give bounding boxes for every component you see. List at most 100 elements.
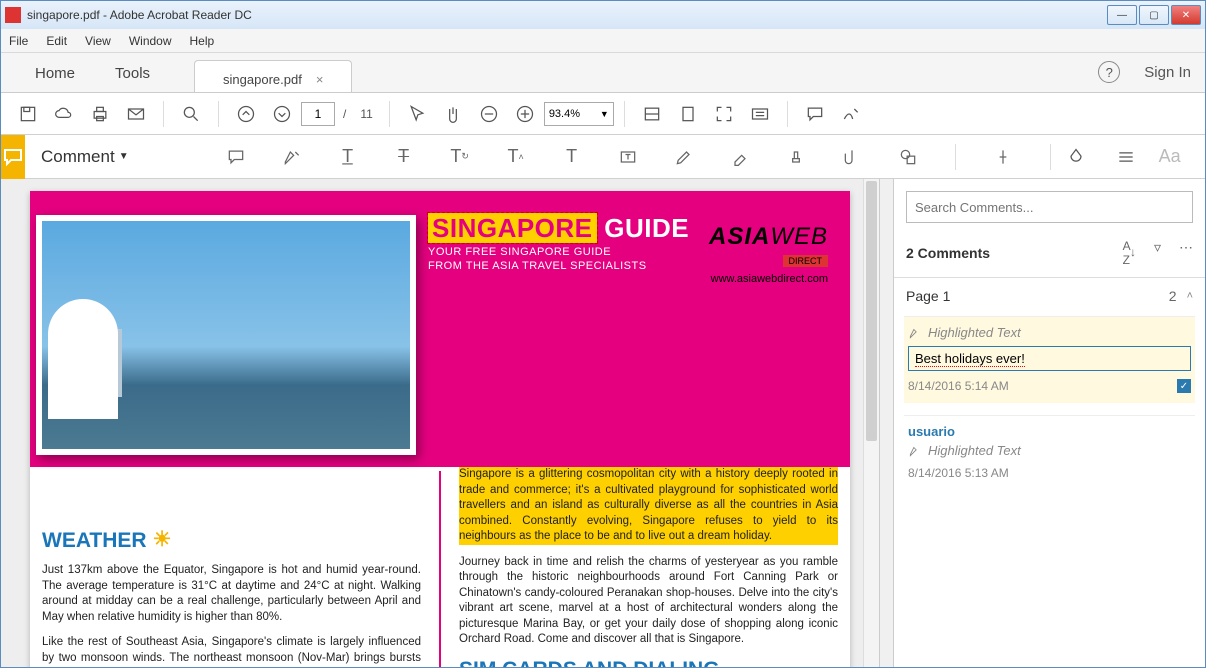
brand-part-2: WEB bbox=[770, 223, 828, 250]
brand-tag: DIRECT bbox=[783, 255, 829, 267]
pin-tool-icon[interactable] bbox=[986, 140, 1020, 174]
text-comment-icon[interactable]: T bbox=[555, 140, 589, 174]
highlighted-text-row: Highlighted Text bbox=[908, 325, 1191, 340]
document-viewport[interactable]: SINGAPORE GUIDE YOUR FREE SINGAPORE GUID… bbox=[1, 179, 879, 667]
hero-photo bbox=[36, 215, 416, 455]
attach-tool-icon[interactable] bbox=[835, 140, 869, 174]
shapes-tool-icon[interactable] bbox=[891, 140, 925, 174]
textbox-icon[interactable] bbox=[611, 140, 645, 174]
menu-window[interactable]: Window bbox=[129, 34, 172, 48]
help-icon[interactable]: ? bbox=[1098, 61, 1120, 83]
titlebar: singapore.pdf - Adobe Acrobat Reader DC … bbox=[1, 1, 1205, 29]
maximize-button[interactable]: ▢ bbox=[1139, 5, 1169, 25]
doc-title-highlighted: SINGAPORE bbox=[428, 213, 597, 243]
underline-tool-icon[interactable]: T̲ bbox=[331, 140, 365, 174]
comment-icon[interactable] bbox=[798, 97, 832, 131]
save-icon[interactable] bbox=[11, 97, 45, 131]
highlighted-text-label: Highlighted Text bbox=[928, 325, 1021, 340]
comment-item-active[interactable]: Highlighted Text Best holidays ever! 8/1… bbox=[904, 316, 1195, 403]
intro-para-2: Journey back in time and relish the char… bbox=[459, 555, 838, 648]
print-icon[interactable] bbox=[83, 97, 117, 131]
comment-timestamp: 8/14/2016 5:14 AM bbox=[908, 379, 1009, 393]
comment-checkbox[interactable]: ✓ bbox=[1177, 379, 1191, 393]
comments-count-header: 2 Comments bbox=[906, 245, 990, 261]
zoom-out-icon[interactable] bbox=[472, 97, 506, 131]
weather-header: WEATHER☀ bbox=[42, 527, 421, 555]
sort-icon[interactable]: AZ↓ bbox=[1123, 239, 1136, 267]
highlight-tool-icon[interactable] bbox=[275, 140, 309, 174]
search-icon[interactable] bbox=[174, 97, 208, 131]
filter-icon[interactable]: ▿ bbox=[1154, 239, 1161, 267]
sign-in-link[interactable]: Sign In bbox=[1144, 64, 1191, 81]
tab-row: Home Tools singapore.pdf × ? Sign In bbox=[1, 53, 1205, 93]
menu-file[interactable]: File bbox=[9, 34, 28, 48]
brand-part-1: ASIA bbox=[709, 223, 770, 250]
page-down-icon[interactable] bbox=[265, 97, 299, 131]
sun-icon: ☀ bbox=[153, 527, 181, 555]
search-comments-input[interactable] bbox=[906, 191, 1193, 223]
app-icon bbox=[5, 7, 21, 23]
brand-url: www.asiawebdirect.com bbox=[709, 273, 828, 285]
pencil-tool-icon[interactable] bbox=[667, 140, 701, 174]
weather-para-1: Just 137km above the Equator, Singapore … bbox=[42, 563, 421, 625]
sticky-note-icon[interactable] bbox=[219, 140, 253, 174]
menu-view[interactable]: View bbox=[85, 34, 111, 48]
eraser-tool-icon[interactable] bbox=[723, 140, 757, 174]
document-tab-label: singapore.pdf bbox=[223, 72, 302, 87]
fit-page-icon[interactable] bbox=[671, 97, 705, 131]
comment-timestamp: 8/14/2016 5:13 AM bbox=[908, 466, 1009, 480]
comment-item[interactable]: usuario Highlighted Text 8/14/2016 5:13 … bbox=[904, 415, 1195, 490]
zoom-in-icon[interactable] bbox=[508, 97, 542, 131]
menu-help[interactable]: Help bbox=[190, 34, 215, 48]
highlighted-text-label: Highlighted Text bbox=[928, 443, 1021, 458]
font-size-icon[interactable]: Aa bbox=[1159, 146, 1181, 167]
main-toolbar: / 11 93.4%▼ bbox=[1, 93, 1205, 135]
mail-icon[interactable] bbox=[119, 97, 153, 131]
replace-text-icon[interactable]: T↻ bbox=[443, 140, 477, 174]
pdf-page: SINGAPORE GUIDE YOUR FREE SINGAPORE GUID… bbox=[30, 191, 850, 667]
stamp-tool-icon[interactable] bbox=[779, 140, 813, 174]
read-mode-icon[interactable] bbox=[743, 97, 777, 131]
hand-tool-icon[interactable] bbox=[436, 97, 470, 131]
comment-text-input[interactable]: Best holidays ever! bbox=[908, 346, 1191, 371]
page-number-input[interactable] bbox=[301, 102, 335, 126]
zoom-select[interactable]: 93.4%▼ bbox=[544, 102, 614, 126]
comment-author: usuario bbox=[908, 424, 1191, 439]
insert-text-icon[interactable]: T˄ bbox=[499, 140, 533, 174]
strikethrough-tool-icon[interactable]: T bbox=[387, 140, 421, 174]
comment-label-text: Comment bbox=[41, 147, 115, 167]
page-separator: / bbox=[343, 107, 346, 121]
tab-home[interactable]: Home bbox=[15, 55, 95, 92]
menu-edit[interactable]: Edit bbox=[46, 34, 67, 48]
close-tab-icon[interactable]: × bbox=[316, 72, 324, 87]
zoom-value: 93.4% bbox=[549, 108, 580, 120]
more-icon[interactable]: ⋯ bbox=[1179, 239, 1193, 267]
page-group-count: 2 bbox=[1169, 288, 1177, 304]
page-group-label: Page 1 bbox=[906, 288, 950, 304]
doc-title-rest: GUIDE bbox=[597, 213, 690, 243]
chevron-up-icon: ˄ bbox=[1187, 290, 1193, 302]
color-tool-icon[interactable] bbox=[1059, 140, 1093, 174]
comment-toolbar: Comment▼ T̲ T T↻ T˄ T Aa ✕ bbox=[1, 135, 1205, 179]
line-weight-icon[interactable] bbox=[1109, 140, 1143, 174]
vertical-scrollbar[interactable] bbox=[863, 179, 879, 667]
cloud-icon[interactable] bbox=[47, 97, 81, 131]
comments-panel: 2 Comments AZ↓ ▿ ⋯ Page 1 2 ˄ Highlighte… bbox=[893, 179, 1205, 667]
scrollbar-thumb[interactable] bbox=[866, 181, 877, 441]
fit-width-icon[interactable] bbox=[635, 97, 669, 131]
minimize-button[interactable]: — bbox=[1107, 5, 1137, 25]
sim-header: SIM CARDS AND DIALING PREFIXES bbox=[459, 658, 838, 667]
comment-mode-badge[interactable] bbox=[1, 135, 25, 179]
comment-dropdown[interactable]: Comment▼ bbox=[41, 147, 129, 167]
close-window-button[interactable]: ✕ bbox=[1171, 5, 1201, 25]
window-title: singapore.pdf - Adobe Acrobat Reader DC bbox=[27, 8, 1107, 22]
page-group-header[interactable]: Page 1 2 ˄ bbox=[894, 278, 1205, 310]
brand-block: ASIAWEB DIRECT www.asiawebdirect.com bbox=[709, 223, 828, 285]
page-up-icon[interactable] bbox=[229, 97, 263, 131]
sign-icon[interactable] bbox=[834, 97, 868, 131]
fullscreen-icon[interactable] bbox=[707, 97, 741, 131]
panel-resize-handle[interactable] bbox=[879, 179, 893, 667]
document-tab[interactable]: singapore.pdf × bbox=[194, 60, 352, 92]
tab-tools[interactable]: Tools bbox=[95, 55, 170, 92]
select-tool-icon[interactable] bbox=[400, 97, 434, 131]
